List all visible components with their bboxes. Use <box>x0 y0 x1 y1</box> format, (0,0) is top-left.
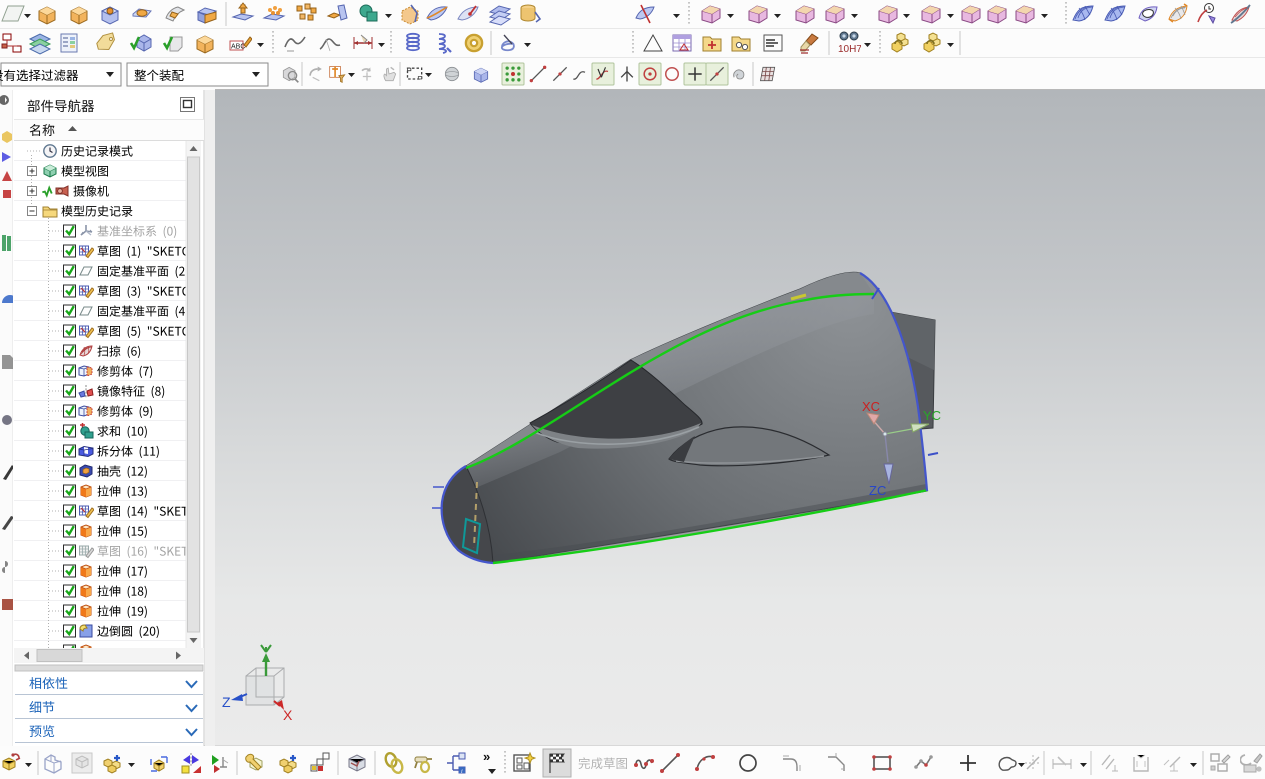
svg-text:X: X <box>283 707 293 723</box>
svg-text:»: » <box>483 749 490 764</box>
svg-text:YC: YC <box>923 408 941 423</box>
svg-text:ZC: ZC <box>869 483 886 498</box>
svg-text:XC: XC <box>862 399 880 414</box>
svg-text:Z: Z <box>222 694 231 710</box>
